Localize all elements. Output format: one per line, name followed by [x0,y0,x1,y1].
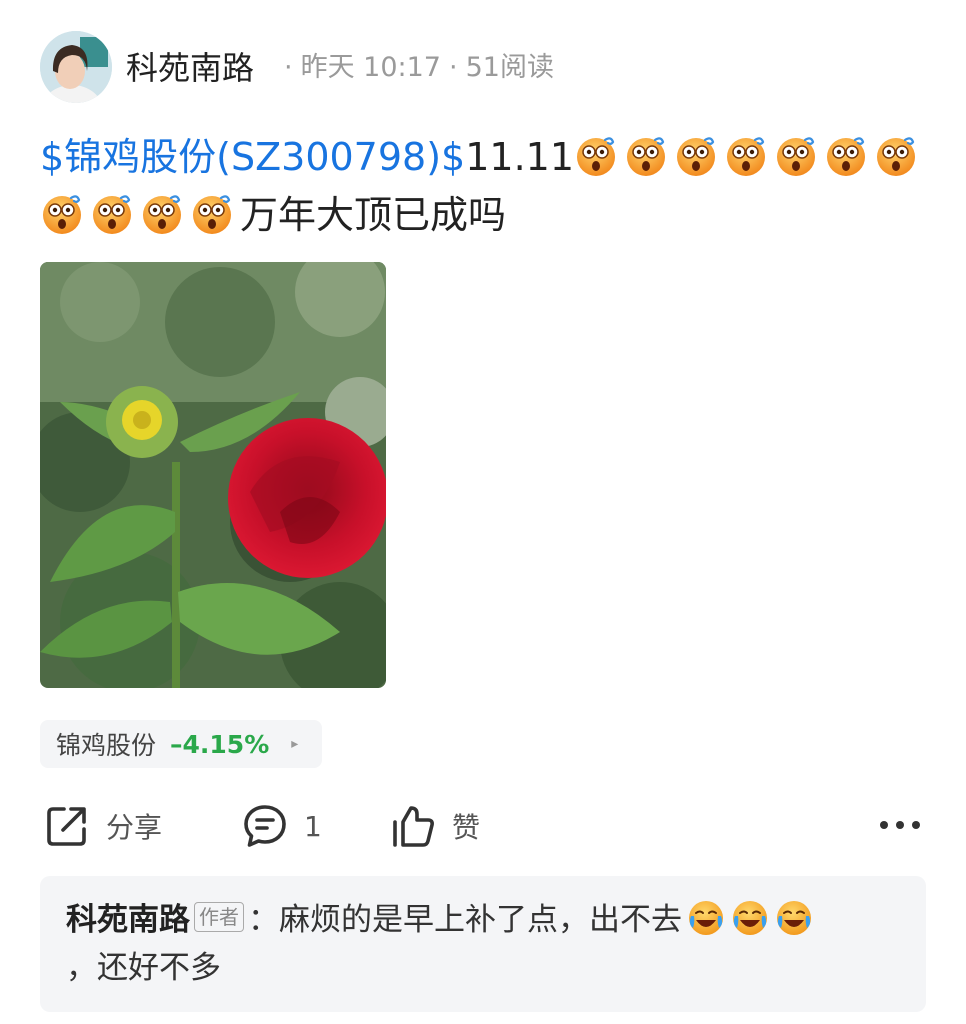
thumbs-up-icon [393,806,434,847]
crying-laughing-emoji [774,898,814,938]
dizzy-face-emoji [824,134,868,178]
comment-body: 麻烦的是早上补了点，出不去 [279,902,682,938]
dizzy-face-emoji [774,134,818,178]
comment-preview[interactable]: 科苑南路 作者 ：麻烦的是早上补了点，出不去 ，还好不多 [40,876,926,1012]
dizzy-face-emoji [874,134,918,178]
stock-link[interactable]: $锦鸡股份(SZ300798)$ [40,135,465,179]
emoji-group [40,193,240,237]
author-name[interactable]: 科苑南路 [126,48,254,88]
meta-separator: · [449,52,458,83]
share-icon [47,807,86,846]
stock-chip[interactable]: 锦鸡股份 –4.15% ▸ [40,720,322,768]
avatar[interactable] [40,31,112,103]
dizzy-face-emoji [40,192,84,236]
stock-chip-change: –4.15% [170,729,270,759]
post-meta: · 昨天 10:17 · 51阅读 [276,50,554,86]
dizzy-face-emoji [624,134,668,178]
stock-chip-name: 锦鸡股份 [56,731,157,760]
meta-separator: · [284,52,293,83]
comment-author[interactable]: 科苑南路 [66,902,190,938]
crying-laughing-emoji [730,898,770,938]
dizzy-face-emoji [724,134,768,178]
like-button[interactable]: 赞 [390,800,480,852]
post-text: $锦鸡股份(SZ300798)$11.11 万年大顶已成吗 [40,128,926,244]
dizzy-face-emoji [190,192,234,236]
post-text-tail: 万年大顶已成吗 [240,193,507,237]
dizzy-face-emoji [90,192,134,236]
stock-price: 11.11 [465,135,575,179]
share-button[interactable]: 分享 [44,800,162,852]
comment-colon: ： [248,902,279,938]
like-label: 赞 [452,811,481,844]
comment-body-tail: ，还好不多 [66,950,221,986]
dizzy-face-emoji [674,134,718,178]
read-count: 51阅读 [465,52,554,83]
avatar-image [40,31,112,103]
comment-count: 1 [304,809,322,843]
author-badge: 作者 [194,902,244,932]
post-image[interactable] [40,262,386,688]
dizzy-face-emoji [140,192,184,236]
emoji-group [682,901,814,938]
crying-laughing-emoji [686,898,726,938]
share-label: 分享 [106,811,163,844]
emoji-group [574,135,924,179]
flower-photo [40,262,386,688]
comment-icon [244,805,286,847]
more-icon[interactable] [878,812,922,838]
comment-preview-text: 科苑南路 作者 ：麻烦的是早上补了点，出不去 ，还好不多 [66,896,906,992]
post-time: 昨天 10:17 [300,52,441,83]
comment-button[interactable]: 1 [242,800,322,852]
dizzy-face-emoji [574,134,618,178]
chevron-right-icon: ▸ [291,736,299,752]
